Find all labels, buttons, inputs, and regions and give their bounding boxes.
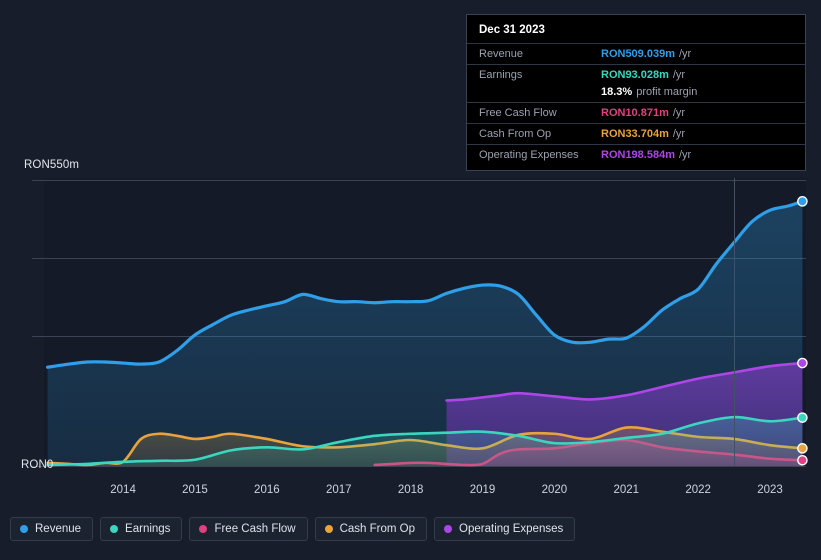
tooltip-row-unit: /yr <box>673 69 685 81</box>
x-tick-2017: 2017 <box>326 484 352 496</box>
x-tick-2019: 2019 <box>470 484 496 496</box>
endpoint-revenue <box>798 197 807 206</box>
tooltip-row-value: RON10.871m <box>601 107 669 119</box>
endpoint-operating-expenses <box>798 358 807 367</box>
x-tick-2018: 2018 <box>398 484 424 496</box>
x-tick-2022: 2022 <box>685 484 711 496</box>
tooltip-row-key: Operating Expenses <box>479 149 601 161</box>
tooltip-row-free-cash-flow: Free Cash FlowRON10.871m/yr <box>467 102 805 123</box>
tooltip-row-revenue: RevenueRON509.039m/yr <box>467 43 805 64</box>
legend-item-label: Operating Expenses <box>459 523 563 535</box>
legend-item-cash-from-op[interactable]: Cash From Op <box>315 517 427 541</box>
legend-color-dot-icon <box>325 525 333 533</box>
tooltip-row-value: RON198.584m <box>601 149 675 161</box>
endpoint-cash-from-op <box>798 444 807 453</box>
tooltip-row-unit: /yr <box>679 48 691 60</box>
legend-item-label: Earnings <box>125 523 170 535</box>
tooltip-row-earnings: EarningsRON93.028m/yr <box>467 64 805 85</box>
chart-legend[interactable]: Revenue Earnings Free Cash Flow Cash From O… <box>10 517 575 541</box>
tooltip-row-unit: /yr <box>673 107 685 119</box>
tooltip-row-unit: /yr <box>673 128 685 140</box>
legend-item-free-cash-flow[interactable]: Free Cash Flow <box>189 517 307 541</box>
tooltip-row-profit-margin: 18.3% profit margin <box>467 85 805 102</box>
legend-color-dot-icon <box>199 525 207 533</box>
profit-margin-label: profit margin <box>636 86 697 98</box>
legend-item-operating-expenses[interactable]: Operating Expenses <box>434 517 575 541</box>
legend-item-earnings[interactable]: Earnings <box>100 517 182 541</box>
x-tick-2016: 2016 <box>254 484 280 496</box>
tooltip-date: Dec 31 2023 <box>467 23 805 43</box>
legend-color-dot-icon <box>20 525 28 533</box>
x-tick-2014: 2014 <box>110 484 136 496</box>
legend-item-label: Free Cash Flow <box>214 523 295 535</box>
legend-color-dot-icon <box>444 525 452 533</box>
tooltip-row-key: Earnings <box>479 69 601 81</box>
legend-item-revenue[interactable]: Revenue <box>10 517 93 541</box>
legend-item-label: Cash From Op <box>340 523 415 535</box>
y-axis-top-label: RON550m <box>24 159 79 171</box>
x-tick-2023: 2023 <box>757 484 783 496</box>
endpoint-free-cash-flow <box>798 456 807 465</box>
tooltip-row-unit: /yr <box>679 149 691 161</box>
profit-margin-value: 18.3% <box>601 86 632 98</box>
x-axis: 2014 2015 2016 2017 2018 2019 2020 2021 2022 2023 <box>0 484 821 502</box>
tooltip-row-value: RON93.028m <box>601 69 669 81</box>
tooltip-row-key: Free Cash Flow <box>479 107 601 119</box>
data-tooltip-card: Dec 31 2023 RevenueRON509.039m/yrEarning… <box>466 14 806 171</box>
x-tick-2021: 2021 <box>613 484 639 496</box>
y-axis-bottom-label: RON0 <box>21 459 53 471</box>
legend-color-dot-icon <box>110 525 118 533</box>
legend-item-label: Revenue <box>35 523 81 535</box>
endpoint-earnings <box>798 413 807 422</box>
tooltip-row-cash-from-op: Cash From OpRON33.704m/yr <box>467 123 805 144</box>
tooltip-row-value: RON509.039m <box>601 48 675 60</box>
tooltip-row-value: RON33.704m <box>601 128 669 140</box>
tooltip-row-operating-expenses: Operating ExpensesRON198.584m/yr <box>467 144 805 165</box>
x-tick-2015: 2015 <box>182 484 208 496</box>
tooltip-row-key: Cash From Op <box>479 128 601 140</box>
x-tick-2020: 2020 <box>542 484 568 496</box>
chart-page: RON550m RON0 2014 2015 2016 2017 2018 2019 202… <box>0 0 821 560</box>
tooltip-rows: RevenueRON509.039m/yrEarningsRON93.028m/… <box>467 43 805 165</box>
tooltip-row-key: Revenue <box>479 48 601 60</box>
